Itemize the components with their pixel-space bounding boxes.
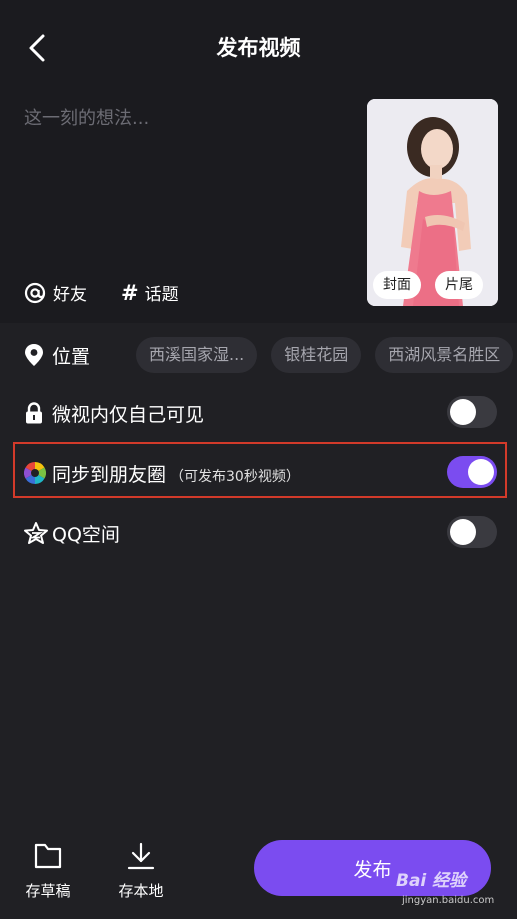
setting-label: 同步到朋友圈 （可发布30秒视频）	[52, 460, 300, 487]
save-local-button[interactable]: 存本地	[111, 842, 171, 901]
setting-label-text: 同步到朋友圈	[52, 464, 167, 486]
setting-sublabel: （可发布30秒视频）	[170, 469, 300, 485]
location-label: 位置	[52, 346, 91, 368]
topic-button[interactable]: # 话题	[121, 280, 179, 306]
toggle-knob	[468, 459, 494, 485]
hashtag-icon: #	[121, 280, 139, 305]
mention-friends-button[interactable]: 好友	[24, 280, 87, 305]
mention-friends-label: 好友	[53, 285, 87, 305]
location-chip[interactable]: 西湖风景名胜区	[375, 337, 514, 373]
toggle-knob	[450, 399, 476, 425]
toggle-knob	[450, 519, 476, 545]
setting-label-text: 微视内仅自己可见	[52, 404, 205, 426]
setting-label-text: QQ空间	[52, 524, 120, 546]
moments-aperture-icon	[24, 462, 46, 484]
lock-icon	[26, 402, 42, 424]
save-local-label: 存本地	[118, 882, 164, 900]
mention-row: 好友 # 话题	[24, 280, 213, 305]
location-chip[interactable]: 西溪国家湿...	[136, 337, 258, 373]
setting-qzone: QQ空间	[0, 506, 517, 560]
setting-label: QQ空间	[52, 520, 120, 547]
private-visibility-toggle[interactable]	[447, 396, 497, 428]
at-icon	[24, 282, 46, 303]
download-icon	[127, 842, 155, 870]
location-row[interactable]: 位置 西溪国家湿... 银桂花园 西湖风景名胜区	[0, 330, 517, 380]
page-title: 发布视频	[216, 36, 301, 60]
location-pin-icon	[25, 344, 43, 366]
setting-sync-moments: 同步到朋友圈 （可发布30秒视频）	[0, 446, 517, 500]
setting-label: 微视内仅自己可见	[52, 400, 204, 427]
save-draft-label: 存草稿	[25, 882, 71, 900]
header-bar: 发布视频	[0, 0, 517, 80]
location-chip[interactable]: 银桂花园	[271, 337, 362, 373]
compose-panel: 好友 # 话题 封面 片尾	[0, 80, 517, 323]
thought-input[interactable]	[24, 98, 344, 138]
watermark-site: jingyan.baidu.com	[402, 895, 495, 906]
watermark-brand: Bai 经验	[396, 871, 467, 891]
video-thumbnail[interactable]: 封面 片尾	[367, 99, 498, 306]
location-chips: 西溪国家湿... 银桂花园 西湖风景名胜区	[136, 337, 517, 373]
ending-button[interactable]: 片尾	[435, 271, 483, 299]
folder-icon	[34, 843, 62, 869]
save-draft-button[interactable]: 存草稿	[18, 842, 78, 901]
topic-label: 话题	[144, 285, 179, 305]
setting-private-visibility: 微视内仅自己可见	[0, 386, 517, 440]
qzone-toggle[interactable]	[447, 516, 497, 548]
cover-button[interactable]: 封面	[373, 271, 421, 299]
baidu-watermark: Bai 经验 jingyan.baidu.com	[396, 866, 514, 916]
sync-moments-toggle[interactable]	[447, 456, 497, 488]
qzone-star-icon	[24, 522, 48, 544]
